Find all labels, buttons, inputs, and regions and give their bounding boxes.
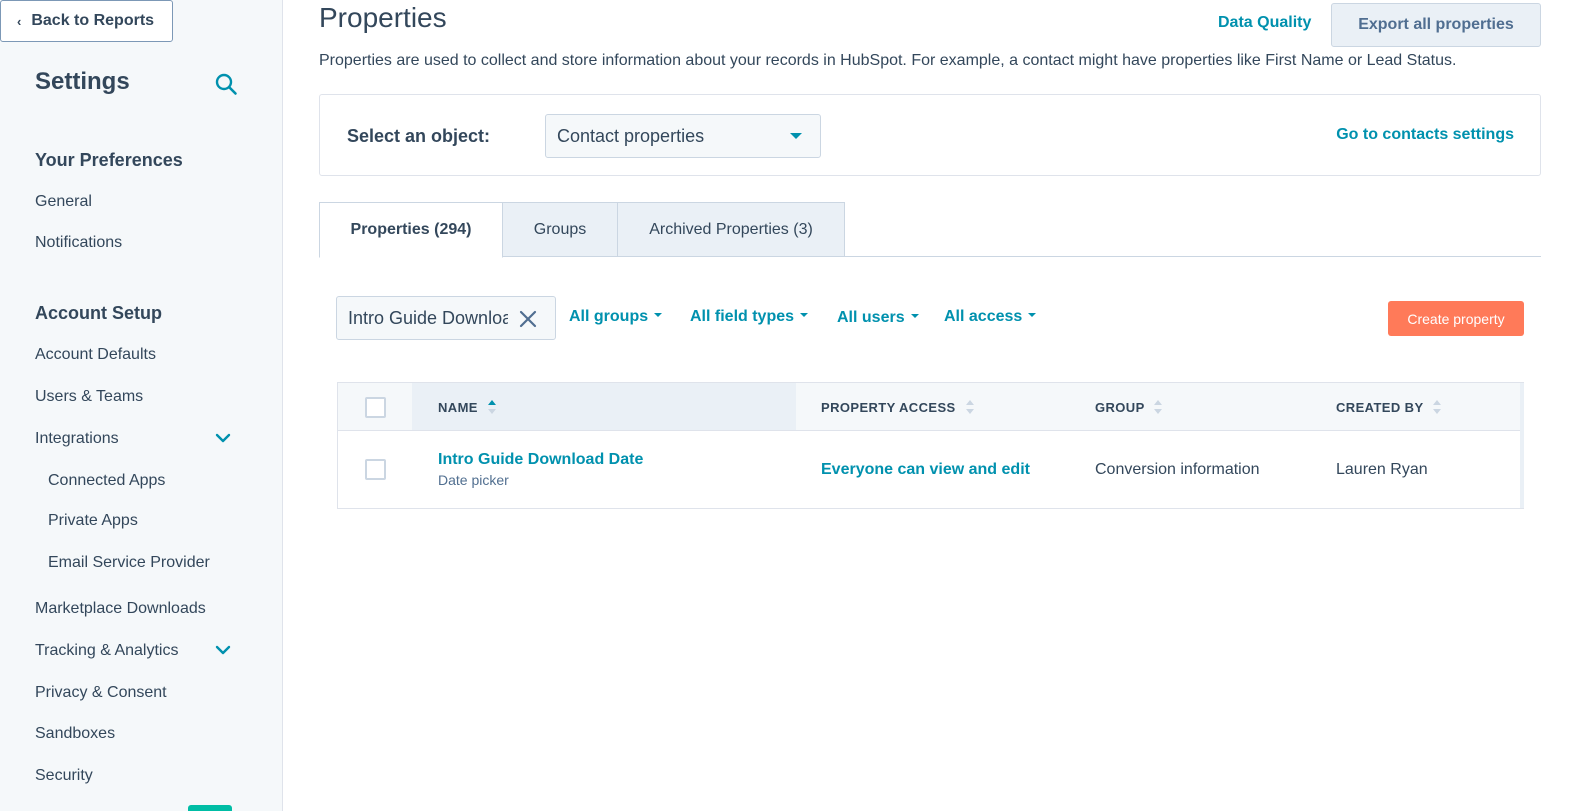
sidebar-title: Settings bbox=[35, 68, 130, 95]
sidebar-item-privacy-consent[interactable]: Privacy & Consent bbox=[35, 684, 167, 702]
sidebar-item-integrations[interactable]: Integrations bbox=[35, 430, 119, 448]
caret-down-icon bbox=[800, 312, 809, 317]
chevron-down-icon[interactable] bbox=[214, 644, 232, 656]
column-header-property-access-label: PROPERTY ACCESS bbox=[821, 400, 956, 415]
filter-all-groups-label: All groups bbox=[569, 308, 649, 325]
sidebar-item-general[interactable]: General bbox=[35, 193, 92, 211]
sidebar-item-connected-apps[interactable]: Connected Apps bbox=[48, 472, 165, 490]
column-header-created-by-label: CREATED BY bbox=[1336, 400, 1424, 415]
property-access-link[interactable]: Everyone can view and edit bbox=[821, 461, 1030, 479]
property-type: Date picker bbox=[438, 472, 509, 488]
sort-ascending-icon bbox=[487, 400, 496, 414]
settings-sidebar: ‹ Back to Reports Settings Your Preferen… bbox=[0, 0, 283, 811]
data-quality-link[interactable]: Data Quality bbox=[1218, 14, 1311, 32]
close-icon[interactable] bbox=[518, 309, 538, 329]
filter-all-users-label: All users bbox=[837, 309, 905, 326]
sidebar-item-email-service-provider[interactable]: Email Service Provider bbox=[48, 554, 210, 572]
main-content: Properties Data Quality Export all prope… bbox=[283, 0, 1574, 811]
sidebar-item-sandboxes[interactable]: Sandboxes bbox=[35, 725, 115, 743]
filter-all-field-types-label: All field types bbox=[690, 308, 795, 325]
create-property-button[interactable]: Create property bbox=[1388, 301, 1524, 336]
property-name-link[interactable]: Intro Guide Download Date bbox=[438, 451, 643, 469]
chevron-left-icon: ‹ bbox=[17, 13, 22, 29]
section-heading-your-preferences: Your Preferences bbox=[35, 150, 183, 170]
sidebar-item-private-apps[interactable]: Private Apps bbox=[48, 512, 138, 530]
sidebar-item-account-defaults[interactable]: Account Defaults bbox=[35, 346, 156, 364]
property-created-by: Lauren Ryan bbox=[1336, 461, 1428, 478]
sidebar-item-security[interactable]: Security bbox=[35, 767, 93, 785]
filter-all-access-label: All access bbox=[944, 308, 1023, 325]
export-all-properties-button[interactable]: Export all properties bbox=[1331, 3, 1541, 47]
filter-all-groups[interactable]: All groups bbox=[569, 308, 663, 326]
page-title: Properties bbox=[319, 2, 447, 33]
properties-tabs: Properties (294) Groups Archived Propert… bbox=[319, 202, 1541, 258]
back-button-label: Back to Reports bbox=[31, 12, 155, 29]
column-header-property-access[interactable]: PROPERTY ACCESS bbox=[821, 400, 974, 415]
sidebar-item-marketplace-downloads[interactable]: Marketplace Downloads bbox=[35, 600, 206, 618]
caret-down-icon bbox=[654, 312, 663, 317]
table-scroll-edge bbox=[1520, 383, 1524, 508]
table-header: NAME PROPERTY ACCESS GROUP CREATED BY bbox=[338, 383, 1523, 431]
property-group: Conversion information bbox=[1095, 461, 1260, 478]
search-icon[interactable] bbox=[214, 72, 238, 96]
column-header-created-by[interactable]: CREATED BY bbox=[1336, 400, 1442, 415]
column-header-name[interactable]: NAME bbox=[438, 400, 496, 415]
caret-down-icon bbox=[1028, 312, 1037, 317]
property-search-input[interactable]: Intro Guide Download Date bbox=[336, 296, 556, 340]
object-select-value: Contact properties bbox=[557, 125, 705, 146]
sidebar-item-tracking-analytics[interactable]: Tracking & Analytics bbox=[35, 642, 178, 660]
caret-down-icon bbox=[790, 133, 802, 139]
select-all-checkbox[interactable] bbox=[365, 397, 386, 418]
filter-all-access[interactable]: All access bbox=[944, 308, 1037, 326]
go-to-contacts-settings-link[interactable]: Go to contacts settings bbox=[1336, 126, 1514, 144]
back-to-reports-button[interactable]: ‹ Back to Reports bbox=[0, 0, 173, 42]
tab-groups[interactable]: Groups bbox=[502, 202, 618, 257]
sort-icon bbox=[965, 400, 974, 414]
filter-all-users[interactable]: All users bbox=[837, 309, 919, 327]
page-description: Properties are used to collect and store… bbox=[319, 52, 1457, 69]
search-input-value: Intro Guide Download Date bbox=[348, 307, 508, 328]
column-header-name-label: NAME bbox=[438, 400, 478, 415]
column-header-group[interactable]: GROUP bbox=[1095, 400, 1163, 415]
filter-all-field-types[interactable]: All field types bbox=[690, 308, 809, 326]
sidebar-item-users-teams[interactable]: Users & Teams bbox=[35, 388, 143, 406]
object-selector-panel: Select an object: Contact properties Go … bbox=[319, 94, 1541, 176]
tab-properties[interactable]: Properties (294) bbox=[319, 202, 503, 258]
row-checkbox[interactable] bbox=[365, 459, 386, 480]
tab-archived-properties[interactable]: Archived Properties (3) bbox=[617, 202, 845, 257]
object-selector-label: Select an object: bbox=[347, 126, 491, 146]
properties-table: NAME PROPERTY ACCESS GROUP CREATED BY In… bbox=[337, 382, 1524, 509]
section-heading-account-setup: Account Setup bbox=[35, 303, 163, 323]
chevron-down-icon[interactable] bbox=[214, 432, 232, 444]
sort-icon bbox=[1154, 400, 1163, 414]
object-select-dropdown[interactable]: Contact properties bbox=[545, 114, 821, 158]
caret-down-icon bbox=[910, 313, 919, 318]
sidebar-item-notifications[interactable]: Notifications bbox=[35, 234, 122, 252]
sort-icon bbox=[1433, 400, 1442, 414]
help-widget-stub[interactable] bbox=[188, 805, 232, 811]
column-header-group-label: GROUP bbox=[1095, 400, 1145, 415]
